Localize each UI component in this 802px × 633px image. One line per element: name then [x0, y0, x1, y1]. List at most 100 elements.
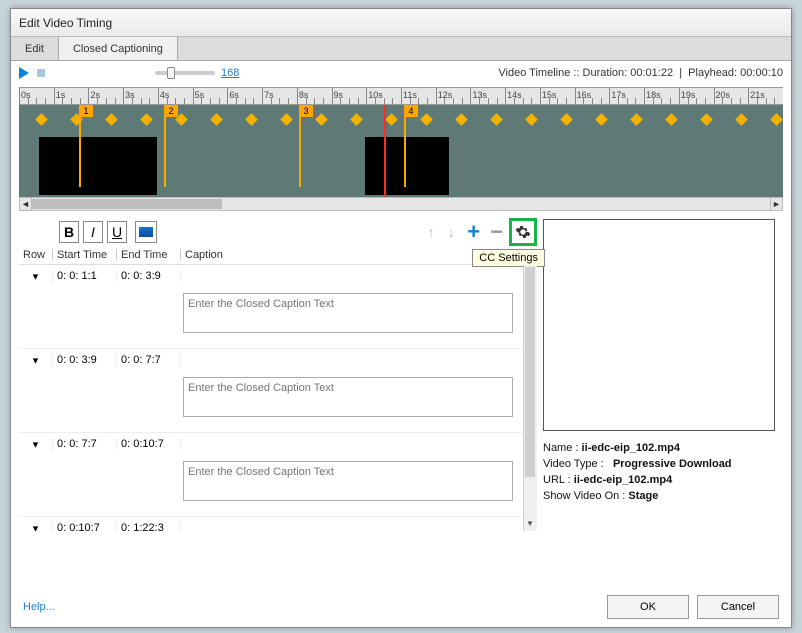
tab-edit[interactable]: Edit	[11, 37, 59, 60]
caption-text-input[interactable]	[183, 293, 513, 333]
keyframe-icon[interactable]	[595, 113, 608, 126]
row-expand-toggle[interactable]: ▾	[19, 522, 53, 532]
stop-button[interactable]	[37, 69, 45, 77]
caption-row: ▾0: 0: 1:10: 0: 3:9	[19, 265, 537, 349]
caption-marker[interactable]	[79, 105, 81, 187]
zoom-slider[interactable]	[155, 71, 215, 75]
timeline-scrollbar[interactable]: ◄ ►	[19, 197, 783, 211]
keyframe-icon[interactable]	[700, 113, 713, 126]
keyframe-icon[interactable]	[280, 113, 293, 126]
keyframe-icon[interactable]	[140, 113, 153, 126]
timeline-track[interactable]: 1 2 3 4	[19, 105, 783, 197]
keyframe-icon[interactable]	[630, 113, 643, 126]
playhead[interactable]	[384, 105, 386, 197]
text-color-button[interactable]	[135, 221, 157, 243]
italic-button[interactable]: I	[83, 221, 103, 243]
remove-caption-button[interactable]: −	[488, 219, 505, 245]
caption-marker-flag[interactable]: 1	[79, 105, 93, 117]
caption-marker[interactable]	[299, 105, 301, 187]
zoom-slider-knob[interactable]	[167, 67, 175, 79]
keyframe-icon[interactable]	[770, 113, 783, 126]
start-time-cell[interactable]: 0: 0: 7:7	[53, 438, 117, 450]
keyframe-icon[interactable]	[210, 113, 223, 126]
preview-panel: Name : ii-edc-eip_102.mp4 Video Type : P…	[543, 219, 783, 531]
end-time-cell[interactable]: 0: 0: 3:9	[117, 270, 181, 282]
end-time-cell[interactable]: 0: 0:10:7	[117, 438, 181, 450]
add-caption-button[interactable]: +	[463, 219, 484, 245]
underline-button[interactable]: U	[107, 221, 127, 243]
keyframe-icon[interactable]	[35, 113, 48, 126]
start-time-cell[interactable]: 0: 0: 3:9	[53, 354, 117, 366]
duration-value: 00:01:22	[630, 67, 673, 79]
grid-scroll-thumb[interactable]	[525, 267, 535, 477]
end-time-cell[interactable]: 0: 0: 7:7	[117, 354, 181, 366]
meta-type-label: Video Type :	[543, 458, 604, 470]
tab-cc-label: Closed Captioning	[73, 43, 163, 55]
meta-show-label: Show Video On :	[543, 490, 625, 502]
move-down-button[interactable]: ↓	[443, 224, 459, 240]
scroll-left-icon[interactable]: ◄	[20, 198, 32, 210]
ruler-tick-label: 2s	[90, 90, 100, 100]
zoom-value[interactable]: 168	[221, 67, 239, 79]
ok-button[interactable]: OK	[607, 595, 689, 619]
ruler-tick-label: 8s	[299, 90, 309, 100]
cc-settings-button[interactable]	[509, 218, 537, 246]
video-clip[interactable]	[39, 137, 157, 195]
keyframe-icon[interactable]	[420, 113, 433, 126]
scroll-down-icon[interactable]: ▼	[525, 519, 535, 529]
keyframe-icon[interactable]	[350, 113, 363, 126]
caption-marker-flag[interactable]: 4	[404, 105, 418, 117]
italic-label: I	[91, 224, 95, 240]
help-link[interactable]: Help...	[23, 601, 55, 613]
gear-icon	[515, 224, 531, 240]
meta-url-label: URL :	[543, 474, 571, 486]
ruler-tick-label: 9s	[334, 90, 344, 100]
video-metadata: Name : ii-edc-eip_102.mp4 Video Type : P…	[543, 441, 783, 505]
end-time-cell[interactable]: 0: 1:22:3	[117, 522, 181, 531]
tab-closed-captioning[interactable]: Closed Captioning	[59, 37, 178, 60]
timeline-ruler[interactable]: 0s1s2s3s4s5s6s7s8s9s10s11s12s13s14s15s16…	[19, 87, 783, 105]
caption-text-input[interactable]	[183, 377, 513, 417]
keyframe-icon[interactable]	[385, 113, 398, 126]
ruler-tick-label: 4s	[160, 90, 170, 100]
caption-toolbar: B I U ↑ ↓ + − CC Settings	[19, 219, 537, 245]
move-up-button[interactable]: ↑	[423, 224, 439, 240]
play-button[interactable]	[19, 67, 29, 79]
dialog-footer: Help... OK Cancel	[23, 595, 779, 619]
caption-row: ▾0: 0: 7:70: 0:10:7	[19, 433, 537, 517]
ruler-tick-label: 7s	[264, 90, 274, 100]
scroll-right-icon[interactable]: ►	[770, 198, 782, 210]
keyframe-icon[interactable]	[490, 113, 503, 126]
cancel-button[interactable]: Cancel	[697, 595, 779, 619]
caption-marker-flag[interactable]: 2	[164, 105, 178, 117]
caption-grid-body: ▾0: 0: 1:10: 0: 3:9▾0: 0: 3:90: 0: 7:7▾0…	[19, 265, 537, 531]
underline-label: U	[112, 224, 122, 240]
keyframe-icon[interactable]	[665, 113, 678, 126]
keyframe-icon[interactable]	[735, 113, 748, 126]
title-text: Edit Video Timing	[19, 16, 112, 30]
caption-text-input[interactable]	[183, 461, 513, 501]
grid-scrollbar[interactable]: ▼	[523, 265, 537, 531]
meta-show-value: Stage	[628, 490, 658, 502]
ruler-tick-label: 1s	[56, 90, 66, 100]
row-expand-toggle[interactable]: ▾	[19, 438, 53, 451]
keyframe-icon[interactable]	[245, 113, 258, 126]
caption-marker[interactable]	[164, 105, 166, 187]
tab-edit-label: Edit	[25, 43, 44, 55]
start-time-cell[interactable]: 0: 0:10:7	[53, 522, 117, 531]
header-end: End Time	[117, 249, 181, 261]
video-clip[interactable]	[365, 137, 449, 195]
start-time-cell[interactable]: 0: 0: 1:1	[53, 270, 117, 282]
caption-marker[interactable]	[404, 105, 406, 187]
caption-marker-flag[interactable]: 3	[299, 105, 313, 117]
row-expand-toggle[interactable]: ▾	[19, 270, 53, 283]
bold-button[interactable]: B	[59, 221, 79, 243]
titlebar[interactable]: Edit Video Timing	[11, 9, 791, 37]
keyframe-icon[interactable]	[455, 113, 468, 126]
keyframe-icon[interactable]	[560, 113, 573, 126]
keyframe-icon[interactable]	[525, 113, 538, 126]
row-expand-toggle[interactable]: ▾	[19, 354, 53, 367]
keyframe-icon[interactable]	[105, 113, 118, 126]
scroll-thumb[interactable]	[32, 199, 222, 209]
keyframe-icon[interactable]	[315, 113, 328, 126]
